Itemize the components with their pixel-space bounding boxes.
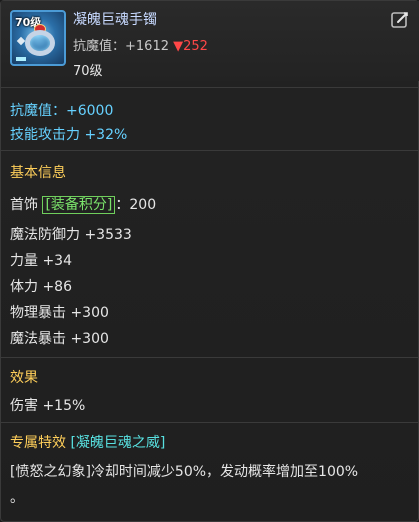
special-desc-line: [愤怒之幻象]冷却时间减少50%，发动概率增加至100% (10, 464, 359, 480)
equip-score-label: [装备积分] (42, 196, 116, 214)
divider (1, 422, 419, 423)
compare-down: ▼252 (173, 39, 208, 54)
compare-label: 抗魔值： (73, 39, 126, 54)
pill-icon (16, 57, 26, 61)
stat-line: 魔法暴击 +300 (10, 331, 109, 347)
special-title: 专属特效 (10, 435, 66, 451)
special-desc-line: 。 (10, 490, 24, 506)
stat-line: 物理暴击 +300 (10, 305, 109, 321)
stat-line: 体力 +86 (10, 279, 72, 295)
divider (1, 357, 419, 358)
tooltip-header: 70级 凝魄巨魂手镯 抗魔值：+1612 ▼252 70级 (1, 1, 419, 81)
section-effect-title: 效果 (10, 370, 38, 386)
edit-icon[interactable] (390, 10, 410, 30)
stat-line: 力量 +34 (10, 253, 72, 269)
special-name: [凝魄巨魂之威] (70, 435, 166, 451)
divider (1, 87, 419, 88)
section-basic-title: 基本信息 (10, 165, 66, 181)
bangle-icon (25, 30, 55, 56)
equip-score-line: 首饰 [装备积分] ：200 (10, 194, 156, 214)
item-name: 凝魄巨魂手镯 (73, 12, 157, 28)
effect-line: 伤害 +15% (10, 398, 86, 414)
special-effect-header: 专属特效 [凝魄巨魂之威] (10, 432, 165, 452)
slot-type: 首饰 (10, 197, 38, 213)
sparkle-icon (16, 36, 26, 46)
bracelet-item-icon[interactable]: 70级 (10, 10, 66, 66)
compare-up: +1612 (125, 39, 169, 54)
item-tooltip: 70级 凝魄巨魂手镯 抗魔值：+1612 ▼252 70级 抗魔值：+6000 … (0, 0, 419, 522)
bonus-skill-attack: 技能攻击力 +32% (10, 127, 128, 143)
equip-score-value: ：200 (115, 197, 157, 213)
stat-line: 魔法防御力 +3533 (10, 227, 132, 243)
item-level: 70级 (73, 64, 103, 79)
bonus-resist: 抗魔值：+6000 (10, 103, 114, 119)
divider (1, 150, 419, 151)
resist-compare: 抗魔值：+1612 ▼252 (73, 35, 208, 54)
